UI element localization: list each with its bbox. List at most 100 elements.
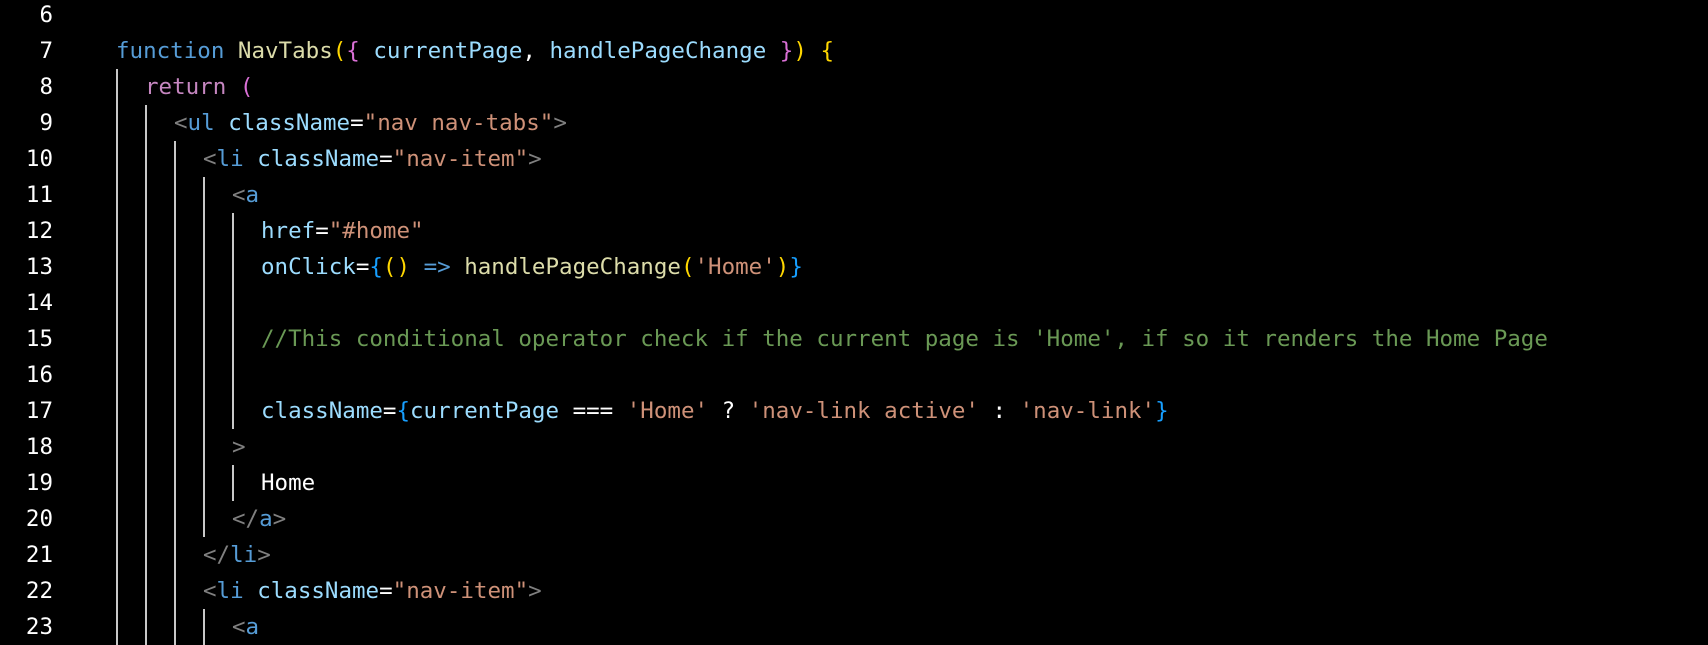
indent-guide — [116, 249, 118, 285]
code-token: a — [259, 506, 273, 532]
code-content: return ( — [145, 69, 253, 105]
code-line[interactable]: 19 Home — [0, 465, 1708, 501]
code-token: </ — [203, 542, 231, 568]
code-line[interactable]: 11 <a — [0, 177, 1708, 213]
indent-guide — [116, 465, 118, 501]
code-content: //This conditional operator check if the… — [261, 321, 1548, 357]
line-number: 11 — [25, 182, 53, 208]
code-token: ( — [680, 254, 695, 280]
indent-guide — [145, 501, 147, 537]
code-content: onClick={() => handlePageChange('Home')} — [261, 249, 803, 285]
code-token: { — [369, 254, 383, 280]
code-token: className — [228, 110, 351, 136]
indent-guide — [174, 537, 176, 573]
code-token: < — [232, 614, 246, 640]
indent-guide — [116, 609, 118, 645]
code-token: , — [522, 38, 550, 64]
code-content: > — [232, 429, 246, 465]
code-line[interactable]: 18 > — [0, 429, 1708, 465]
code-token: < — [203, 578, 217, 604]
indent-guide — [174, 609, 176, 645]
indent-guide — [232, 213, 234, 249]
indent-guide — [203, 285, 205, 321]
indent-guide — [174, 285, 176, 321]
code-content: href="#home" — [261, 213, 424, 249]
line-number: 22 — [25, 578, 53, 604]
indent-guide — [116, 141, 118, 177]
code-token: } — [789, 254, 803, 280]
indent-guide — [145, 537, 147, 573]
indent-guide — [174, 249, 176, 285]
code-line[interactable]: 22 <li className="nav-item"> — [0, 573, 1708, 609]
code-token: "nav-item" — [392, 578, 529, 604]
indent-guide — [203, 429, 205, 465]
code-editor[interactable]: 6 7 function NavTabs({ currentPage, handle… — [0, 0, 1708, 645]
code-line[interactable]: 7 function NavTabs({ currentPage, handleP… — [0, 33, 1708, 69]
code-line[interactable]: 13 onClick={() => handlePageChange('Home'… — [0, 249, 1708, 285]
code-token: Home — [261, 470, 316, 496]
code-token: li — [216, 146, 244, 172]
code-token: === — [559, 398, 627, 424]
code-line[interactable]: 10 <li className="nav-item"> — [0, 141, 1708, 177]
indent-guide — [145, 105, 147, 141]
indent-guide — [232, 465, 234, 501]
code-token: => — [423, 254, 451, 280]
code-line[interactable]: 16 — [0, 357, 1708, 393]
code-line[interactable]: 15 //This conditional operator check if t… — [0, 321, 1708, 357]
code-token: > — [272, 506, 287, 532]
indent-guide — [145, 213, 147, 249]
code-line[interactable]: 14 — [0, 285, 1708, 321]
line-number: 18 — [25, 434, 53, 460]
code-line[interactable]: 21 </li> — [0, 537, 1708, 573]
indent-guide — [232, 321, 234, 357]
indent-guide — [174, 213, 176, 249]
line-number: 10 — [25, 146, 53, 172]
code-token: ) — [793, 38, 807, 64]
indent-guide — [174, 357, 176, 393]
code-content: <li className="nav-item"> — [203, 573, 542, 609]
indent-guide — [145, 429, 147, 465]
indent-guide — [203, 357, 205, 393]
indent-guide — [203, 609, 205, 645]
code-token: a — [245, 614, 260, 640]
indent-guide — [116, 429, 118, 465]
code-token: 'nav-link' — [1019, 398, 1156, 424]
indent-guide — [203, 465, 205, 501]
code-token: : — [978, 398, 1020, 424]
code-line[interactable]: 8 return ( — [0, 69, 1708, 105]
indent-guide — [203, 321, 205, 357]
code-token: //This conditional operator check if the… — [261, 326, 1548, 352]
code-token: { — [396, 398, 411, 424]
indent-guide — [174, 321, 176, 357]
code-token: ( — [332, 38, 347, 64]
code-token: ) — [775, 254, 790, 280]
code-line[interactable]: 20 </a> — [0, 501, 1708, 537]
indent-guide — [116, 573, 118, 609]
code-token: href — [261, 218, 316, 244]
code-token: return — [145, 74, 240, 100]
code-token: > — [553, 110, 567, 136]
code-token: > — [528, 146, 542, 172]
code-token: < — [203, 146, 217, 172]
indent-guide — [232, 285, 234, 321]
indent-guide — [145, 177, 147, 213]
indent-guide — [116, 393, 118, 429]
code-line[interactable]: 23 <a — [0, 609, 1708, 645]
code-token: li — [230, 542, 258, 568]
code-token: () — [382, 254, 411, 280]
code-token: ? — [708, 398, 749, 424]
indent-guide — [232, 249, 234, 285]
code-line[interactable]: 12 href="#home" — [0, 213, 1708, 249]
code-line[interactable]: 9 <ul className="nav nav-tabs"> — [0, 105, 1708, 141]
indent-guide — [203, 249, 205, 285]
code-token: > — [528, 578, 542, 604]
indent-guide — [116, 213, 118, 249]
indent-guide — [174, 573, 176, 609]
code-token: ul — [187, 110, 215, 136]
code-line[interactable]: 17 className={currentPage === 'Home' ? 'n… — [0, 393, 1708, 429]
line-number: 13 — [25, 254, 53, 280]
code-line[interactable]: 6 — [0, 0, 1708, 33]
